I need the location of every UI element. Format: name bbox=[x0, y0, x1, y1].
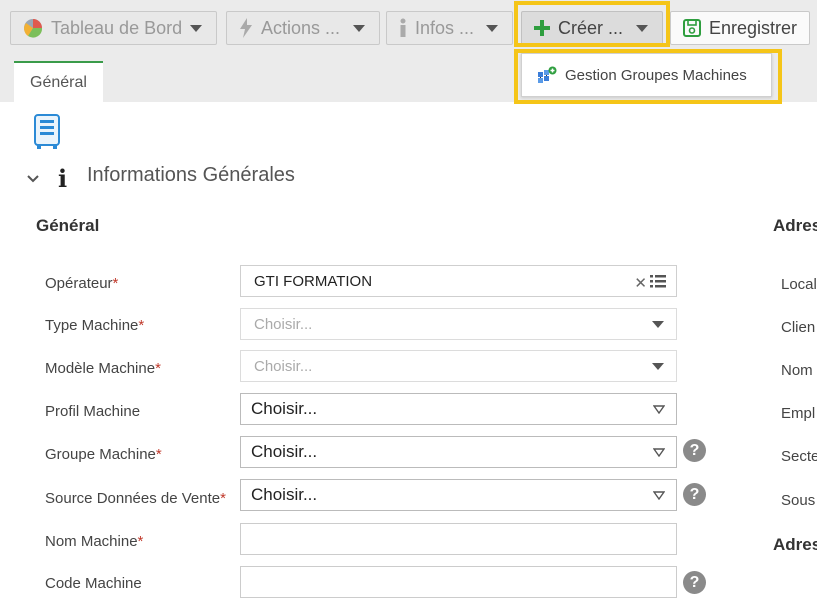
source-donnees-value: Choisir... bbox=[251, 485, 318, 504]
chevron-down-outline-icon bbox=[653, 405, 665, 414]
machine-group-icon bbox=[538, 66, 557, 83]
infos-label: Infos ... bbox=[415, 17, 475, 38]
operateur-value: GTI FORMATION bbox=[254, 272, 373, 290]
group-title-adresse: Adres bbox=[773, 216, 817, 235]
right-label-client: Clien bbox=[781, 319, 816, 336]
chevron-down-icon bbox=[652, 363, 664, 370]
type-machine-select[interactable]: Choisir... bbox=[240, 308, 677, 340]
section-title: Informations Générales bbox=[87, 164, 295, 186]
chevron-down-outline-icon bbox=[653, 491, 665, 500]
nom-machine-input[interactable] bbox=[240, 523, 677, 555]
profil-machine-label: Profil Machine bbox=[45, 403, 141, 420]
help-icon[interactable]: ? bbox=[683, 571, 706, 594]
operateur-field[interactable]: GTI FORMATION ✕ bbox=[240, 265, 677, 297]
tableau-de-bord-button[interactable]: Tableau de Bord bbox=[10, 11, 217, 45]
plus-icon bbox=[534, 20, 550, 36]
enregistrer-button[interactable]: Enregistrer bbox=[670, 11, 810, 45]
save-icon bbox=[683, 19, 701, 37]
lightning-icon bbox=[240, 18, 252, 38]
chevron-down-icon bbox=[486, 25, 498, 32]
groupe-machine-value: Choisir... bbox=[251, 442, 318, 461]
collapse-chevron-icon[interactable] bbox=[27, 173, 39, 185]
tableau-de-bord-label: Tableau de Bord bbox=[51, 17, 183, 38]
menu-item-label: Gestion Groupes Machines bbox=[565, 66, 747, 84]
right-label-local: Local bbox=[781, 276, 817, 293]
chevron-down-icon bbox=[652, 321, 664, 328]
chevron-down-icon bbox=[353, 25, 365, 32]
right-label-nom: Nom bbox=[781, 362, 813, 379]
chevron-down-icon bbox=[190, 25, 202, 32]
source-donnees-label: Source Données de Vente* bbox=[45, 490, 226, 507]
type-machine-label: Type Machine* bbox=[45, 317, 145, 334]
right-label-sous: Sous bbox=[781, 492, 816, 509]
creer-dropdown-menu: Gestion Groupes Machines bbox=[521, 53, 772, 97]
code-machine-label: Code Machine bbox=[45, 575, 142, 592]
creer-label: Créer ... bbox=[558, 17, 624, 38]
pie-chart-icon bbox=[24, 19, 43, 38]
enregistrer-label: Enregistrer bbox=[709, 17, 798, 38]
profil-machine-value: Choisir... bbox=[251, 399, 318, 418]
source-donnees-select[interactable]: Choisir... bbox=[240, 479, 677, 511]
creer-button[interactable]: Créer ... bbox=[521, 11, 663, 45]
right-label-secteur: Secte bbox=[781, 448, 817, 465]
profil-machine-select[interactable]: Choisir... bbox=[240, 393, 677, 425]
modele-machine-label: Modèle Machine* bbox=[45, 360, 161, 377]
actions-button[interactable]: Actions ... bbox=[226, 11, 380, 45]
list-icon[interactable] bbox=[650, 275, 666, 288]
nom-machine-label: Nom Machine* bbox=[45, 533, 144, 550]
info-icon bbox=[400, 18, 406, 37]
modele-machine-select[interactable]: Choisir... bbox=[240, 350, 677, 382]
info-icon: i bbox=[58, 164, 68, 193]
group-title-general: Général bbox=[36, 216, 100, 235]
type-machine-placeholder: Choisir... bbox=[254, 315, 313, 333]
actions-label: Actions ... bbox=[261, 17, 341, 38]
chevron-down-outline-icon bbox=[653, 448, 665, 457]
help-icon[interactable]: ? bbox=[683, 439, 706, 462]
right-label-emplacement: Empl bbox=[781, 405, 816, 422]
operateur-label: Opérateur* bbox=[45, 275, 119, 292]
code-machine-input[interactable] bbox=[240, 566, 677, 598]
chevron-down-icon bbox=[636, 25, 648, 32]
group-title-adresse-2: Adres bbox=[773, 535, 817, 554]
help-icon[interactable]: ? bbox=[683, 483, 706, 506]
groupe-machine-select[interactable]: Choisir... bbox=[240, 436, 677, 468]
infos-button[interactable]: Infos ... bbox=[386, 11, 513, 45]
menu-item-gestion-groupes-machines[interactable]: Gestion Groupes Machines bbox=[537, 66, 747, 84]
clear-icon[interactable]: ✕ bbox=[634, 274, 647, 292]
machine-document-icon bbox=[34, 114, 60, 149]
modele-machine-placeholder: Choisir... bbox=[254, 357, 313, 375]
groupe-machine-label: Groupe Machine* bbox=[45, 446, 162, 463]
tab-general[interactable]: Général bbox=[14, 61, 103, 102]
tab-general-label: Général bbox=[30, 73, 87, 91]
